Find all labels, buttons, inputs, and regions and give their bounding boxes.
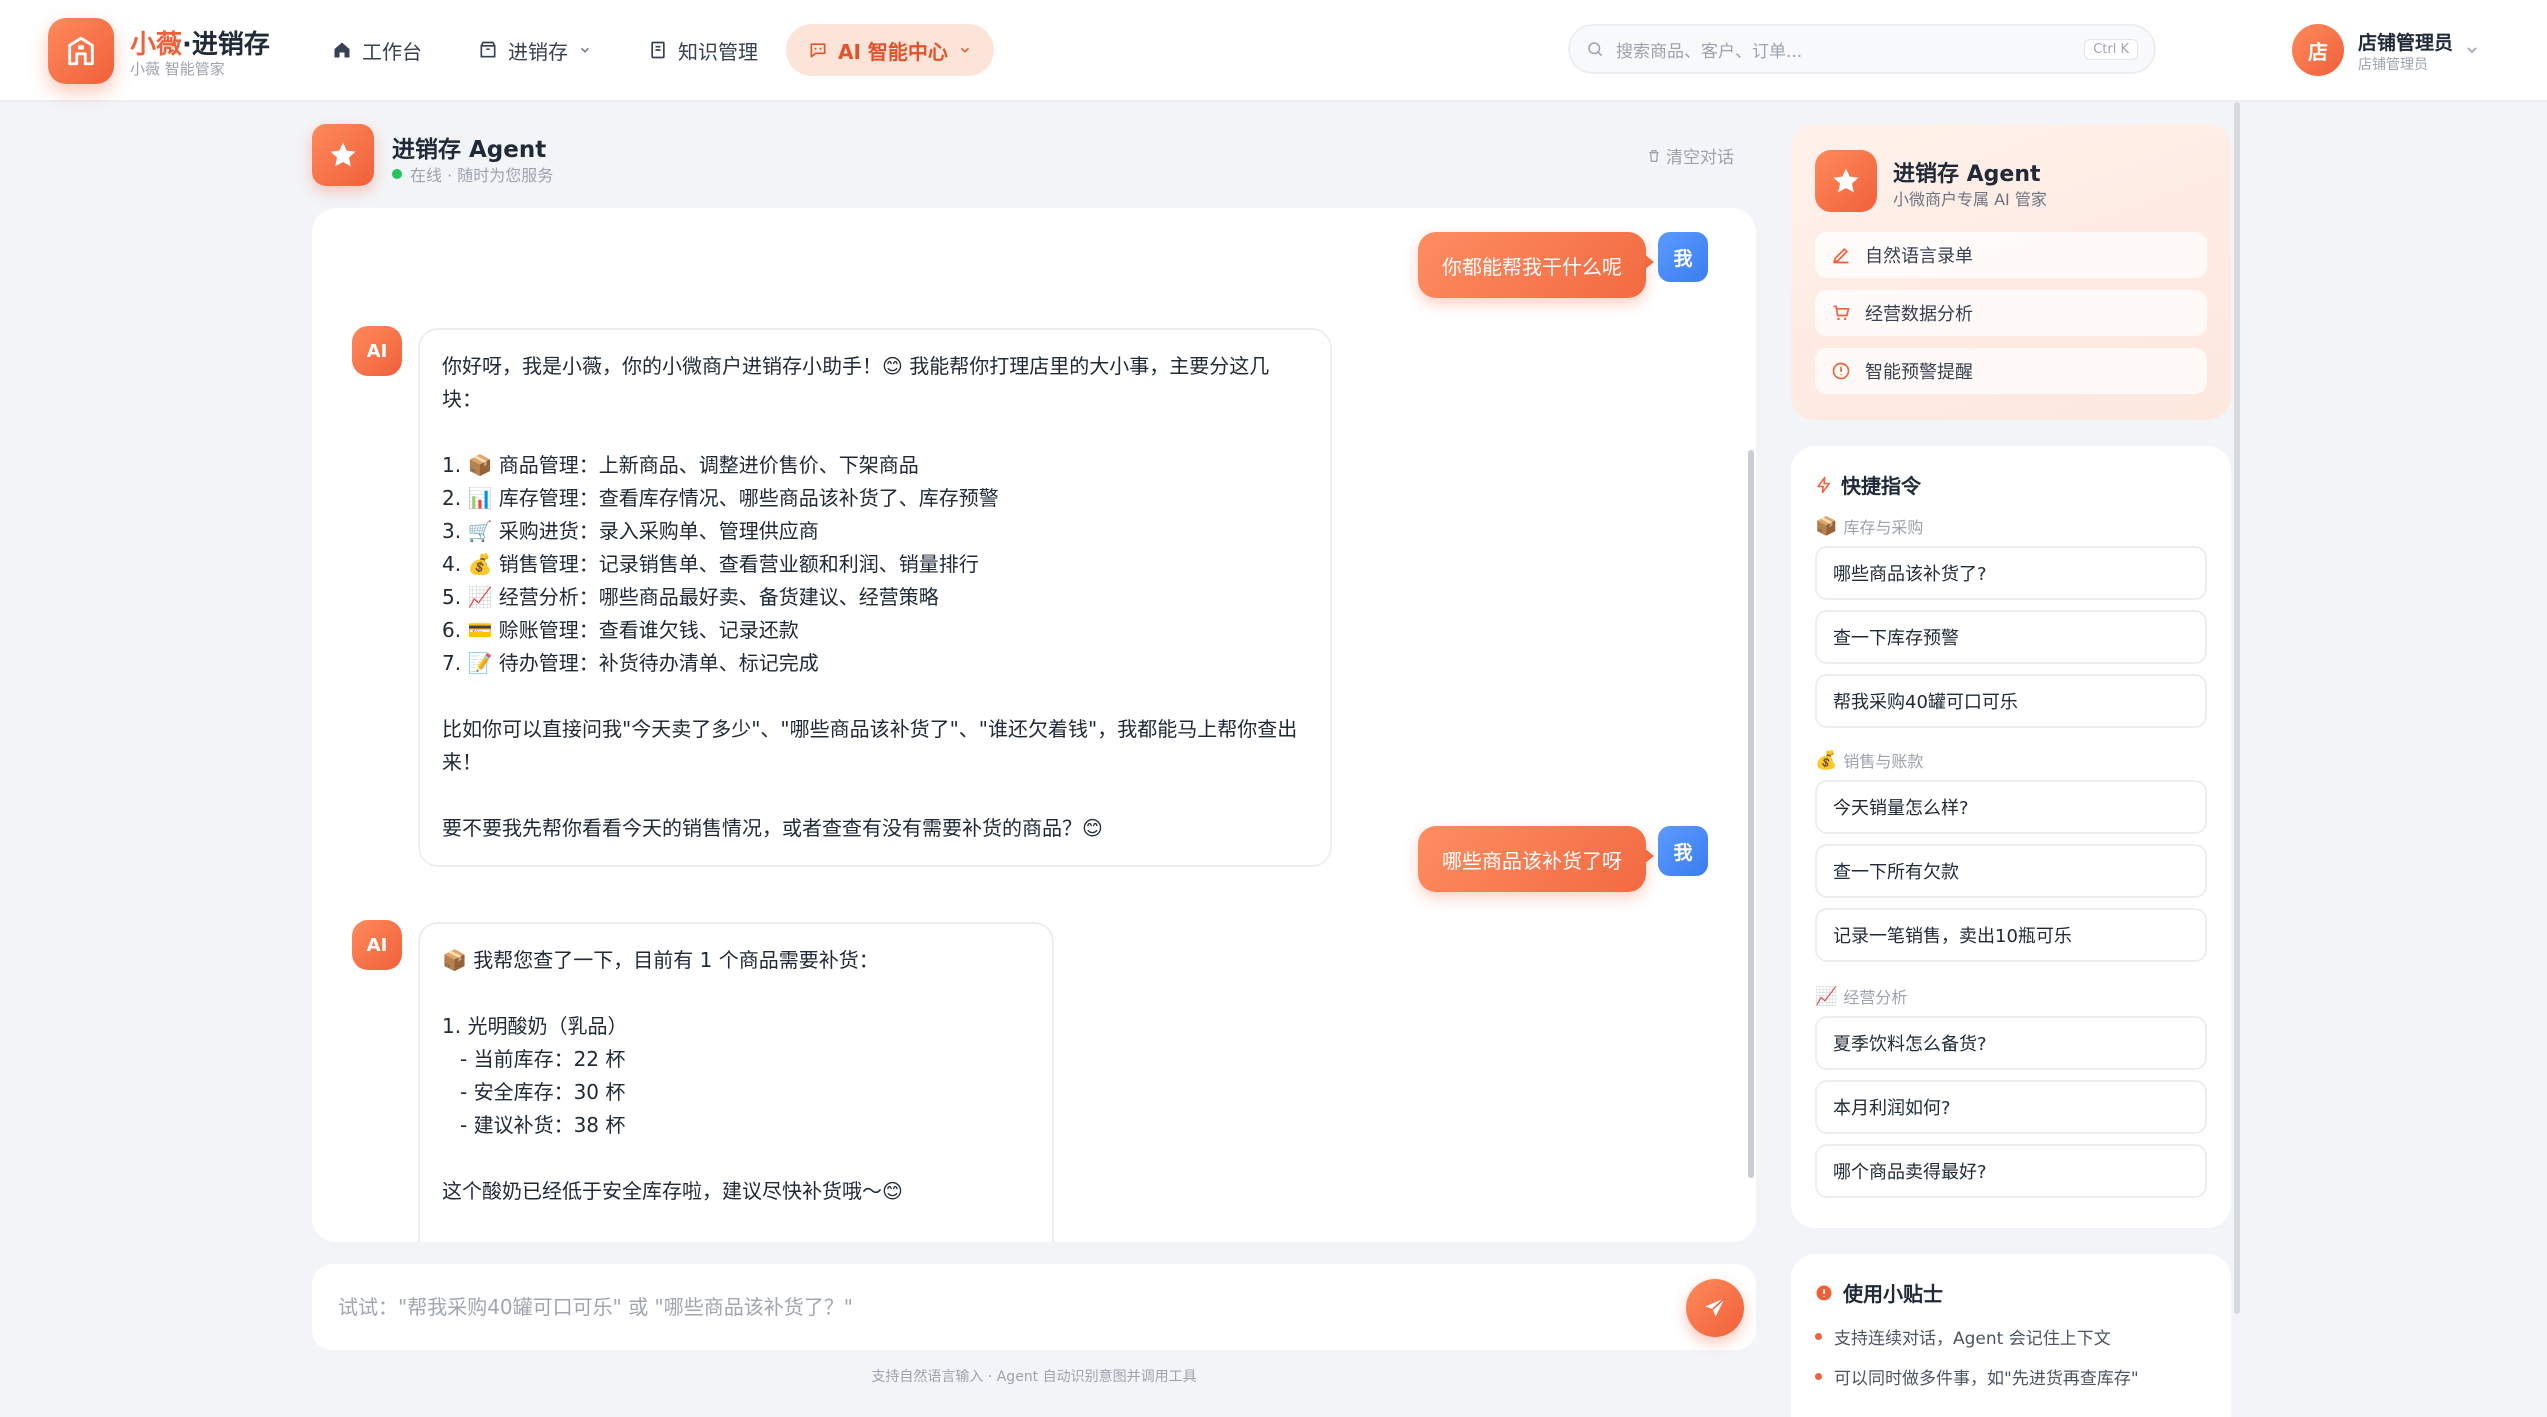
agent-card-subtitle: 小微商户专属 AI 管家 bbox=[1893, 190, 2047, 209]
ai-list-item: 1. 光明酸奶（乳品） bbox=[442, 1014, 628, 1038]
chat-input-box[interactable] bbox=[312, 1264, 1756, 1350]
nav-label: 进销存 bbox=[508, 39, 568, 64]
agent-star-icon bbox=[1815, 150, 1877, 212]
quick-command-button[interactable]: 查一下所有欠款 bbox=[1815, 844, 2207, 898]
user-name[interactable]: 店铺管理员 bbox=[2358, 28, 2453, 55]
user-message: 哪些商品该补货了呀 bbox=[1418, 826, 1654, 892]
tip-item: 可以同时做多件事，如"先进货再查库存" bbox=[1815, 1364, 2139, 1389]
global-search[interactable]: 搜索商品、客户、订单... Ctrl K bbox=[1568, 24, 2156, 74]
ai-list-item: 4. 💰 销售管理：记录销售单、查看营业额和利润、销量排行 bbox=[442, 552, 979, 576]
quick-command-button[interactable]: 哪些商品该补货了? bbox=[1815, 546, 2207, 600]
ai-list-item: 2. 📊 库存管理：查看库存情况、哪些商品该补货了、库存预警 bbox=[442, 486, 999, 510]
app-logo-icon[interactable] bbox=[48, 18, 114, 84]
app-title: 小薇·进销存 bbox=[130, 30, 270, 60]
chat-icon bbox=[810, 43, 826, 58]
alert-circle-icon bbox=[1832, 362, 1850, 380]
ai-message-intro: 📦 我帮您查了一下，目前有 1 个商品需要补货： bbox=[442, 948, 879, 972]
top-bar: 小薇·进销存 小薇 智能管家 工作台 进销存 知识管理 AI 智能中心 搜索商品… bbox=[0, 0, 2547, 102]
ai-message: 📦 我帮您查了一下，目前有 1 个商品需要补货： 1. 光明酸奶（乳品） - 当… bbox=[418, 922, 1054, 1242]
quick-command-button[interactable]: 查一下库存预警 bbox=[1815, 610, 2207, 664]
feature-label: 智能预警提醒 bbox=[1865, 362, 1973, 383]
feature-label: 经营数据分析 bbox=[1865, 304, 1973, 325]
ai-detail-line: - 建议补货：38 杯 bbox=[460, 1113, 626, 1137]
book-icon bbox=[651, 41, 665, 59]
feature-item: 自然语言录单 bbox=[1815, 232, 2207, 278]
trash-icon bbox=[1649, 149, 1659, 162]
user-role: 店铺管理员 bbox=[2358, 57, 2428, 73]
ai-list-item: 3. 🛒 采购进货：录入采购单、管理供应商 bbox=[442, 519, 819, 543]
clear-chat-button[interactable]: 清空对话 bbox=[1646, 143, 1734, 168]
nav-item-ai-center[interactable]: AI 智能中心 bbox=[786, 24, 994, 76]
quick-command-button[interactable]: 今天销量怎么样? bbox=[1815, 780, 2207, 834]
agent-title: 进销存 Agent bbox=[392, 137, 547, 163]
tips-card: 使用小贴士 支持连续对话，Agent 会记住上下文 可以同时做多件事，如"先进货… bbox=[1791, 1254, 2231, 1417]
chat-messages-panel[interactable]: 你都能帮我干什么呢 我 AI 你好呀，我是小薇，你的小微商户进销存小助手！😊 我… bbox=[312, 208, 1756, 1242]
online-dot-icon bbox=[392, 169, 402, 179]
nav-item-workbench[interactable]: 工作台 bbox=[310, 24, 444, 76]
ai-detail-line: - 当前库存：22 杯 bbox=[460, 1047, 626, 1071]
ai-list-item: 1. 📦 商品管理：上新商品、调整进价售价、下架商品 bbox=[442, 453, 919, 477]
quick-command-button[interactable]: 本月利润如何? bbox=[1815, 1080, 2207, 1134]
user-message-avatar: 我 bbox=[1658, 826, 1708, 876]
command-group-label: 📈 经营分析 bbox=[1815, 985, 1908, 1008]
app-subtitle: 小薇 智能管家 bbox=[130, 60, 225, 78]
ai-message-closing: 要不要我先帮你看看今天的销售情况，或者查查有没有需要补货的商品？😊 bbox=[442, 816, 1103, 840]
ai-message-closing: 这个酸奶已经低于安全库存啦，建议尽快补货哦～😊 bbox=[442, 1179, 903, 1203]
ai-detail-line: - 安全库存：30 杯 bbox=[460, 1080, 626, 1104]
ai-message-avatar: AI bbox=[352, 920, 402, 970]
agent-info-card: 进销存 Agent 小微商户专属 AI 管家 自然语言录单 经营数据分析 智能预… bbox=[1791, 124, 2231, 420]
feature-item: 智能预警提醒 bbox=[1815, 348, 2207, 394]
info-icon bbox=[1816, 1285, 1832, 1300]
nav-item-inventory[interactable]: 进销存 bbox=[456, 24, 614, 76]
agent-status: 在线 · 随时为您服务 bbox=[392, 162, 553, 186]
nav-label: 知识管理 bbox=[678, 39, 758, 64]
command-group-label: 💰 销售与账款 bbox=[1815, 749, 1924, 772]
quick-command-button[interactable]: 帮我采购40罐可口可乐 bbox=[1815, 674, 2207, 728]
agent-star-icon bbox=[312, 124, 374, 186]
sidebar-scrollbar[interactable] bbox=[2234, 102, 2240, 1314]
search-icon bbox=[1588, 42, 1603, 57]
feature-item: 经营数据分析 bbox=[1815, 290, 2207, 336]
ai-message-avatar: AI bbox=[352, 326, 402, 376]
ai-message-example: 比如你可以直接问我"今天卖了多少"、"哪些商品该补货了"、"谁还欠着钱"，我都能… bbox=[442, 717, 1298, 774]
command-group-label: 📦 库存与采购 bbox=[1815, 515, 1924, 538]
home-icon bbox=[334, 42, 350, 58]
ai-list-item: 5. 📈 经营分析：哪些商品最好卖、备货建议、经营策略 bbox=[442, 585, 939, 609]
quick-command-button[interactable]: 夏季饮料怎么备货? bbox=[1815, 1016, 2207, 1070]
quick-command-button[interactable]: 哪个商品卖得最好? bbox=[1815, 1144, 2207, 1198]
search-placeholder[interactable]: 搜索商品、客户、订单... bbox=[1616, 37, 1802, 62]
box-icon bbox=[480, 41, 496, 58]
tip-item: 支持连续对话，Agent 会记住上下文 bbox=[1815, 1324, 2111, 1349]
chevron-down-icon bbox=[960, 47, 969, 53]
feature-label: 自然语言录单 bbox=[1865, 246, 1973, 267]
ai-list-item: 6. 💳 赊账管理：查看谁欠钱、记录还款 bbox=[442, 618, 799, 642]
chat-scrollbar[interactable] bbox=[1748, 450, 1754, 1178]
chevron-down-icon[interactable] bbox=[2464, 42, 2480, 58]
nav-label: 工作台 bbox=[362, 39, 422, 64]
quick-commands-card: 快捷指令 📦 库存与采购 哪些商品该补货了? 查一下库存预警 帮我采购40罐可口可… bbox=[1791, 446, 2231, 1228]
agent-card-title: 进销存 Agent bbox=[1893, 162, 2041, 187]
tips-title: 使用小贴士 bbox=[1815, 1278, 1943, 1307]
cart-icon bbox=[1833, 305, 1850, 321]
ai-message-intro: 你好呀，我是小薇，你的小微商户进销存小助手！😊 我能帮你打理店里的大小事，主要分… bbox=[442, 354, 1270, 411]
send-button[interactable] bbox=[1686, 1279, 1744, 1337]
chat-input[interactable] bbox=[338, 1295, 1638, 1319]
ai-list-item: 7. 📝 待办管理：补货待办清单、标记完成 bbox=[442, 651, 819, 675]
pen-icon bbox=[1833, 247, 1849, 264]
search-shortcut-badge: Ctrl K bbox=[2084, 38, 2138, 60]
quick-commands-title: 快捷指令 bbox=[1815, 470, 1921, 499]
input-footnote: 支持自然语言输入 · Agent 自动识别意图并调用工具 bbox=[871, 1369, 1197, 1385]
clear-chat-label: 清空对话 bbox=[1666, 148, 1734, 168]
user-message: 你都能帮我干什么呢 bbox=[1418, 232, 1654, 298]
lightning-icon bbox=[1817, 476, 1830, 493]
ai-message: 你好呀，我是小薇，你的小微商户进销存小助手！😊 我能帮你打理店里的大小事，主要分… bbox=[418, 328, 1332, 867]
quick-command-button[interactable]: 记录一笔销售，卖出10瓶可乐 bbox=[1815, 908, 2207, 962]
agent-status-text: 在线 · 随时为您服务 bbox=[410, 166, 554, 185]
nav-item-knowledge[interactable]: 知识管理 bbox=[626, 24, 780, 76]
nav-label: AI 智能中心 bbox=[838, 39, 948, 64]
chevron-down-icon bbox=[580, 47, 590, 53]
user-message-avatar: 我 bbox=[1658, 232, 1708, 282]
send-icon bbox=[1705, 1297, 1726, 1317]
user-avatar[interactable]: 店 bbox=[2292, 24, 2344, 76]
